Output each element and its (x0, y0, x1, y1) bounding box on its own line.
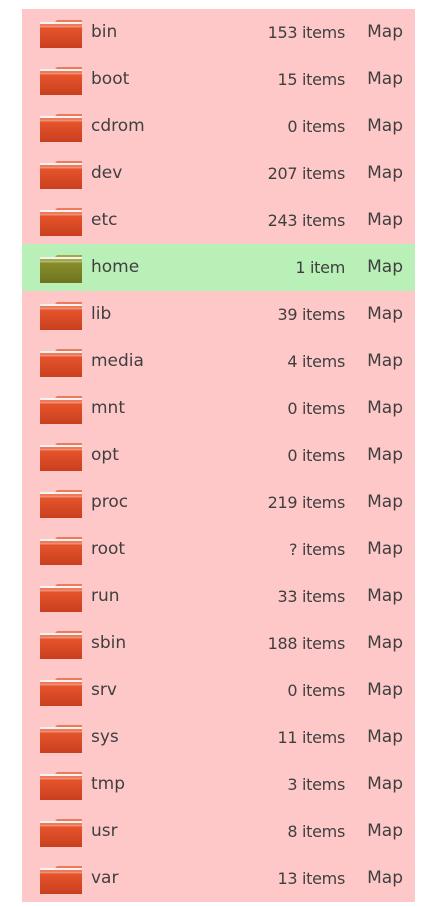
item-size: 15 items (277, 70, 345, 89)
item-size: ? items (289, 540, 345, 559)
item-name: root (91, 539, 126, 559)
folder-icon (39, 254, 83, 284)
list-item-tmp[interactable]: tmp 3 items Map (22, 761, 415, 808)
item-size: 3 items (287, 775, 345, 794)
item-name: sbin (91, 633, 127, 653)
item-name: opt (91, 445, 119, 465)
item-size: 33 items (277, 587, 345, 606)
folder-icon (39, 160, 83, 190)
folder-icon (39, 677, 83, 707)
list-item-cdrom[interactable]: cdrom 0 items Map (22, 103, 415, 150)
item-name: usr (91, 821, 118, 841)
item-type: Map (367, 22, 403, 42)
item-type: Map (367, 163, 403, 183)
list-item-proc[interactable]: proc 219 items Map (22, 479, 415, 526)
list-item-mnt[interactable]: mnt 0 items Map (22, 385, 415, 432)
item-type: Map (367, 821, 403, 841)
item-type: Map (367, 633, 403, 653)
item-size: 0 items (287, 681, 345, 700)
folder-icon (39, 395, 83, 425)
folder-icon (39, 865, 83, 895)
list-item-run[interactable]: run 33 items Map (22, 573, 415, 620)
list-item-var[interactable]: var 13 items Map (22, 855, 415, 902)
item-size: 4 items (287, 352, 345, 371)
list-item-sbin[interactable]: sbin 188 items Map (22, 620, 415, 667)
item-size: 11 items (277, 728, 345, 747)
list-item-media[interactable]: media 4 items Map (22, 338, 415, 385)
folder-icon (39, 442, 83, 472)
item-name: tmp (91, 774, 126, 794)
item-type: Map (367, 351, 403, 371)
item-name: sys (91, 727, 119, 747)
item-name: dev (91, 163, 123, 183)
item-size: 8 items (287, 822, 345, 841)
item-name: home (91, 257, 140, 277)
item-name: proc (91, 492, 129, 512)
item-type: Map (367, 539, 403, 559)
item-size: 0 items (287, 117, 345, 136)
item-size: 0 items (287, 399, 345, 418)
folder-icon (39, 348, 83, 378)
file-list: bin 153 items Map boot 15 items Map cdrom 0 ite… (0, 0, 427, 907)
folder-icon (39, 771, 83, 801)
item-name: etc (91, 210, 118, 230)
item-type: Map (367, 304, 403, 324)
item-type: Map (367, 445, 403, 465)
folder-icon (39, 207, 83, 237)
list-item-srv[interactable]: srv 0 items Map (22, 667, 415, 714)
folder-icon (39, 630, 83, 660)
item-name: mnt (91, 398, 125, 418)
folder-icon (39, 536, 83, 566)
item-size: 188 items (267, 634, 346, 653)
list-item-bin[interactable]: bin 153 items Map (22, 9, 415, 56)
item-type: Map (367, 398, 403, 418)
item-type: Map (367, 727, 403, 747)
item-size: 39 items (277, 305, 345, 324)
item-name: srv (91, 680, 117, 700)
item-name: lib (91, 304, 112, 324)
list-item-home[interactable]: home 1 item Map (22, 244, 415, 291)
item-name: cdrom (91, 116, 145, 136)
item-type: Map (367, 680, 403, 700)
item-name: bin (91, 22, 118, 42)
folder-icon (39, 301, 83, 331)
item-type: Map (367, 116, 403, 136)
item-size: 0 items (287, 446, 345, 465)
folder-icon (39, 489, 83, 519)
item-type: Map (367, 210, 403, 230)
item-size: 1 item (295, 258, 345, 277)
list-edge (415, 0, 427, 907)
folder-icon (39, 583, 83, 613)
list-item-boot[interactable]: boot 15 items Map (22, 56, 415, 103)
item-size: 153 items (267, 23, 346, 42)
item-type: Map (367, 868, 403, 888)
list-item-sys[interactable]: sys 11 items Map (22, 714, 415, 761)
folder-icon (39, 19, 83, 49)
item-type: Map (367, 492, 403, 512)
item-type: Map (367, 257, 403, 277)
item-name: run (91, 586, 120, 606)
item-type: Map (367, 774, 403, 794)
list-item-lib[interactable]: lib 39 items Map (22, 291, 415, 338)
item-size: 207 items (267, 164, 346, 183)
folder-icon (39, 113, 83, 143)
item-type: Map (367, 69, 403, 89)
item-size: 13 items (277, 869, 345, 888)
item-name: var (91, 868, 119, 888)
list-item-root[interactable]: root ? items Map (22, 526, 415, 573)
folder-icon (39, 818, 83, 848)
item-size: 219 items (267, 493, 346, 512)
item-type: Map (367, 586, 403, 606)
folder-icon (39, 66, 83, 96)
item-size: 243 items (267, 211, 346, 230)
list-item-dev[interactable]: dev 207 items Map (22, 150, 415, 197)
list-item-usr[interactable]: usr 8 items Map (22, 808, 415, 855)
list-item-opt[interactable]: opt 0 items Map (22, 432, 415, 479)
item-name: boot (91, 69, 130, 89)
folder-icon (39, 724, 83, 754)
list-item-etc[interactable]: etc 243 items Map (22, 197, 415, 244)
item-name: media (91, 351, 144, 371)
